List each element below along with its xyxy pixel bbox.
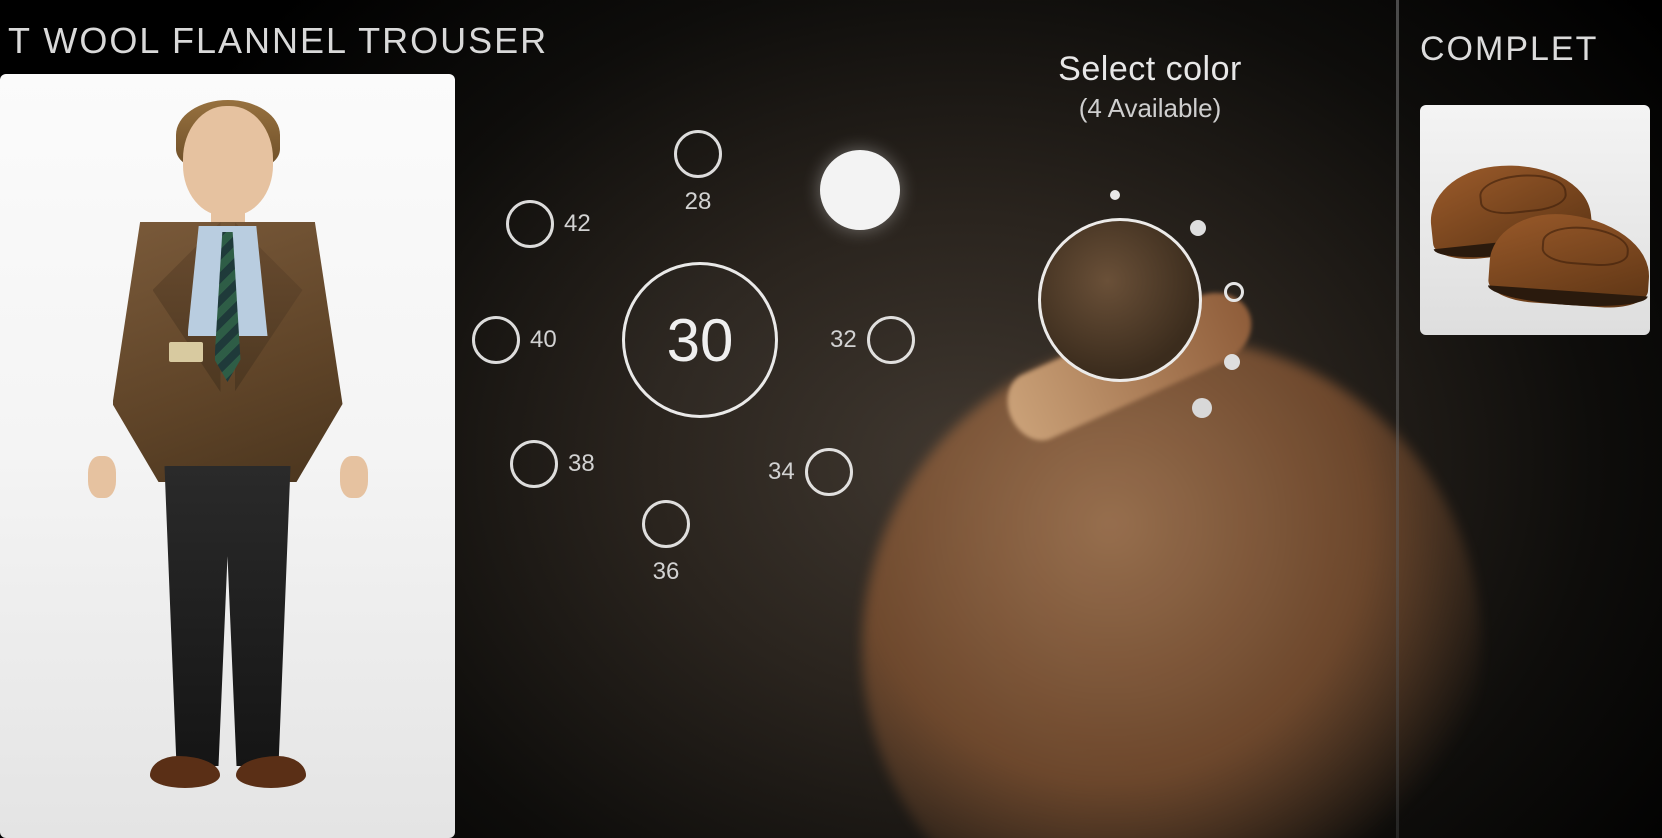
size-option-dot — [674, 130, 722, 178]
size-option-28[interactable]: 28 — [674, 130, 722, 216]
complete-title: COMPLET — [1402, 30, 1662, 69]
size-option-label: 38 — [568, 450, 595, 478]
size-option-label: 34 — [768, 458, 795, 486]
panel-divider — [1396, 0, 1399, 838]
size-option-dot — [805, 448, 853, 496]
size-option-label: 36 — [653, 558, 680, 586]
product-illustration — [78, 106, 378, 806]
size-option-dot — [642, 500, 690, 548]
color-option-dot[interactable] — [1224, 282, 1244, 302]
color-selector-header: Select color (4 Available) — [980, 50, 1320, 124]
ambient-hand — [862, 338, 1482, 838]
size-option-40[interactable]: 40 — [472, 316, 557, 364]
color-availability: (4 Available) — [980, 93, 1320, 124]
size-option-label: 32 — [830, 326, 857, 354]
color-option-dot[interactable] — [1192, 398, 1212, 418]
size-option-dot — [510, 440, 558, 488]
recommendation-tile-shoes[interactable] — [1420, 105, 1650, 335]
product-panel: T WOOL FLANNEL TROUSER — [0, 0, 455, 838]
color-option-dot[interactable] — [1110, 190, 1120, 200]
color-option-white[interactable] — [820, 150, 900, 230]
size-option-dot — [867, 316, 915, 364]
complete-the-look-panel: COMPLET — [1402, 0, 1662, 838]
size-option-32[interactable]: 32 — [830, 316, 915, 364]
color-selected-swatch[interactable] — [1038, 218, 1202, 382]
color-heading: Select color — [980, 50, 1320, 89]
size-option-42[interactable]: 42 — [506, 200, 591, 248]
product-hero-image[interactable] — [0, 74, 455, 838]
size-selected-value: 30 — [667, 306, 734, 375]
product-title: T WOOL FLANNEL TROUSER — [0, 0, 455, 74]
size-option-label: 40 — [530, 326, 557, 354]
size-option-dot — [506, 200, 554, 248]
size-option-label: 28 — [685, 188, 712, 216]
size-selected[interactable]: 30 — [622, 262, 778, 418]
size-option-34[interactable]: 34 — [768, 448, 853, 496]
size-option-36[interactable]: 36 — [642, 500, 690, 586]
color-option-dot[interactable] — [1190, 220, 1206, 236]
size-option-dot — [472, 316, 520, 364]
color-option-dot[interactable] — [1224, 354, 1240, 370]
size-option-label: 42 — [564, 210, 591, 238]
size-option-38[interactable]: 38 — [510, 440, 595, 488]
